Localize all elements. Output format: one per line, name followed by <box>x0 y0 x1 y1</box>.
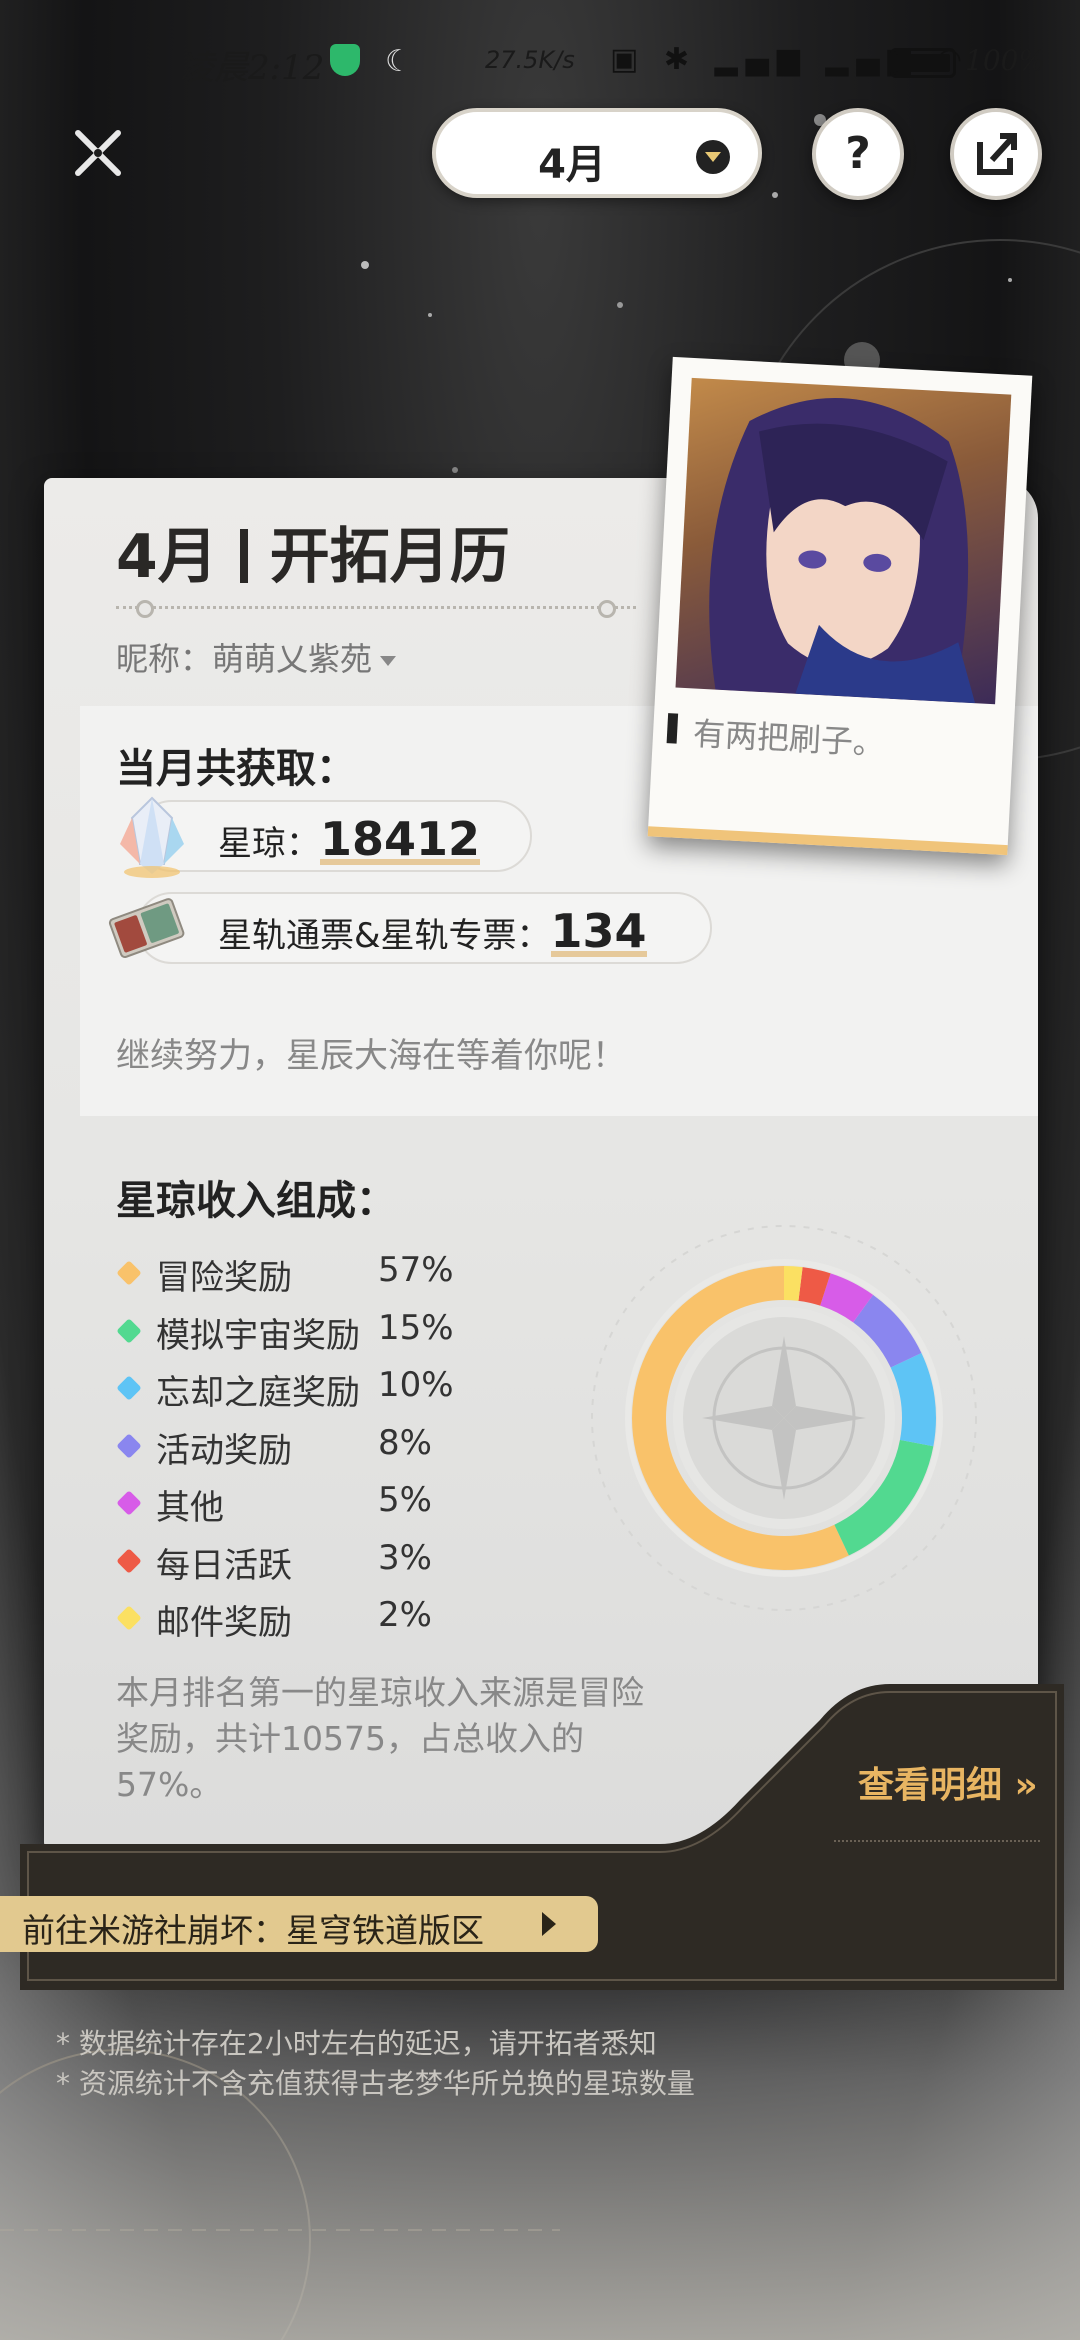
help-button[interactable]: ? <box>812 108 904 200</box>
star-rail-pass-label: 星轨通票&星轨专票： <box>218 916 551 956</box>
legend-diamond-icon <box>116 1432 142 1459</box>
close-icon <box>75 130 121 176</box>
earnings-heading: 当月共获取： <box>116 746 356 792</box>
play-arrow-icon <box>542 1912 556 1936</box>
legend-diamond-icon <box>116 1317 142 1344</box>
card-title: 4月 开拓月历 <box>116 508 510 595</box>
network-speed: 27.5K/s <box>485 46 575 74</box>
shield-icon <box>330 44 360 76</box>
card-title-text: 开拓月历 <box>269 522 510 592</box>
legend-item-name: 每日活跃 <box>156 1545 292 1586</box>
legend-item-name: 冒险奖励 <box>156 1258 292 1298</box>
goto-forum-button[interactable]: 前往米游社崩坏：星穹铁道版区 <box>0 1896 598 1952</box>
legend-item-percent: 57% <box>378 1250 454 1290</box>
legend-diamond-icon <box>116 1260 142 1286</box>
stellar-jade-label: 星琼： <box>218 824 320 864</box>
legend-item-name: 模拟宇宙奖励 <box>156 1315 360 1356</box>
composition-donut-chart <box>591 1225 977 1611</box>
goto-forum-label: 前往米游社崩坏：星穹铁道版区 <box>22 1911 484 1950</box>
footnotes: * 数据统计存在2小时左右的延迟，请开拓者悉知 * 资源统计不含充值获得古老梦华… <box>56 2024 695 2104</box>
legend-item-percent: 5% <box>378 1480 432 1520</box>
stellar-jade-value: 18412 <box>320 812 481 866</box>
month-selector-label: 4月 <box>538 142 606 188</box>
help-icon: ? <box>845 128 871 179</box>
character-portrait-card: 有两把刷子。 <box>647 356 1033 856</box>
status-bar: 凌晨2:12 ☾ 27.5K/s ▣ ✱ ▂▄▆ ▂▄▆ ◠ 100% <box>0 0 1080 120</box>
card-title-month: 4月 <box>116 522 218 592</box>
legend-diamond-icon <box>116 1490 142 1516</box>
footnote-exclusion: * 资源统计不含充值获得古老梦华所兑换的星琼数量 <box>56 2067 695 2100</box>
legend-diamond-icon <box>116 1375 142 1401</box>
battery-percent: 100% <box>965 44 1046 77</box>
star-rail-pass-icon <box>108 898 185 959</box>
footnote-delay: * 数据统计存在2小时左右的延迟，请开拓者悉知 <box>56 2027 657 2060</box>
legend-item-percent: 10% <box>378 1365 454 1405</box>
legend-item-name: 其他 <box>156 1488 224 1528</box>
legend-item-name: 活动奖励 <box>156 1430 292 1471</box>
portrait-quote: 有两把刷子。 <box>692 714 886 763</box>
legend-diamond-icon <box>116 1547 142 1574</box>
stellar-jade-icon <box>120 796 184 878</box>
close-button[interactable] <box>70 125 126 181</box>
battery-icon <box>890 48 956 78</box>
composition-heading: 星琼收入组成： <box>116 1178 396 1224</box>
star-rail-pass-value: 134 <box>550 904 647 958</box>
view-details-link[interactable]: 查看明细 » <box>858 1756 1038 1808</box>
legend-item-percent: 8% <box>378 1422 432 1463</box>
legend-item: 其他 5% <box>116 1478 536 1536</box>
moon-icon: ☾ <box>385 44 412 79</box>
legend-item: 活动奖励 8% <box>116 1421 536 1479</box>
composition-legend: 冒险奖励 57% 模拟宇宙奖励 15% 忘却之庭奖励 10% 活动奖励 8% 其他 5% 每日活跃 3… <box>116 1248 536 1651</box>
nickname-label: 昵称： <box>116 640 213 678</box>
caret-down-icon <box>380 656 397 666</box>
legend-item-name: 忘却之庭奖励 <box>156 1373 360 1413</box>
title-divider <box>239 529 248 583</box>
month-selector[interactable]: 4月 <box>432 108 762 198</box>
legend-item: 冒险奖励 57% <box>116 1248 536 1306</box>
chevron-down-icon <box>696 140 730 174</box>
detail-link-underline <box>834 1840 1040 1842</box>
share-icon <box>977 133 1017 175</box>
nickname-value: 萌萌乂紫苑 <box>212 640 373 678</box>
share-button[interactable] <box>950 108 1042 200</box>
stellar-jade-row: 星琼：18412 <box>120 796 532 878</box>
legend-item: 模拟宇宙奖励 15% <box>116 1306 536 1364</box>
nickname-selector[interactable]: 昵称：萌萌乂紫苑 <box>116 634 397 680</box>
legend-item-percent: 2% <box>378 1595 432 1635</box>
legend-item-percent: 3% <box>378 1537 432 1578</box>
legend-diamond-icon <box>116 1605 142 1631</box>
legend-item-percent: 15% <box>378 1307 454 1348</box>
legend-item: 每日活跃 3% <box>116 1536 536 1594</box>
title-divider-rule <box>116 600 636 618</box>
legend-item: 忘却之庭奖励 10% <box>116 1363 536 1421</box>
legend-item: 邮件奖励 2% <box>116 1593 536 1651</box>
status-time: 凌晨2:12 <box>180 48 325 88</box>
encouragement-text: 继续努力，星辰大海在等着你呢！ <box>116 1036 626 1076</box>
character-portrait-image <box>675 377 1012 705</box>
star-rail-pass-row: 星轨通票&星轨专票：134 <box>108 892 712 964</box>
legend-item-name: 邮件奖励 <box>156 1603 292 1643</box>
quote-marker <box>666 713 679 744</box>
